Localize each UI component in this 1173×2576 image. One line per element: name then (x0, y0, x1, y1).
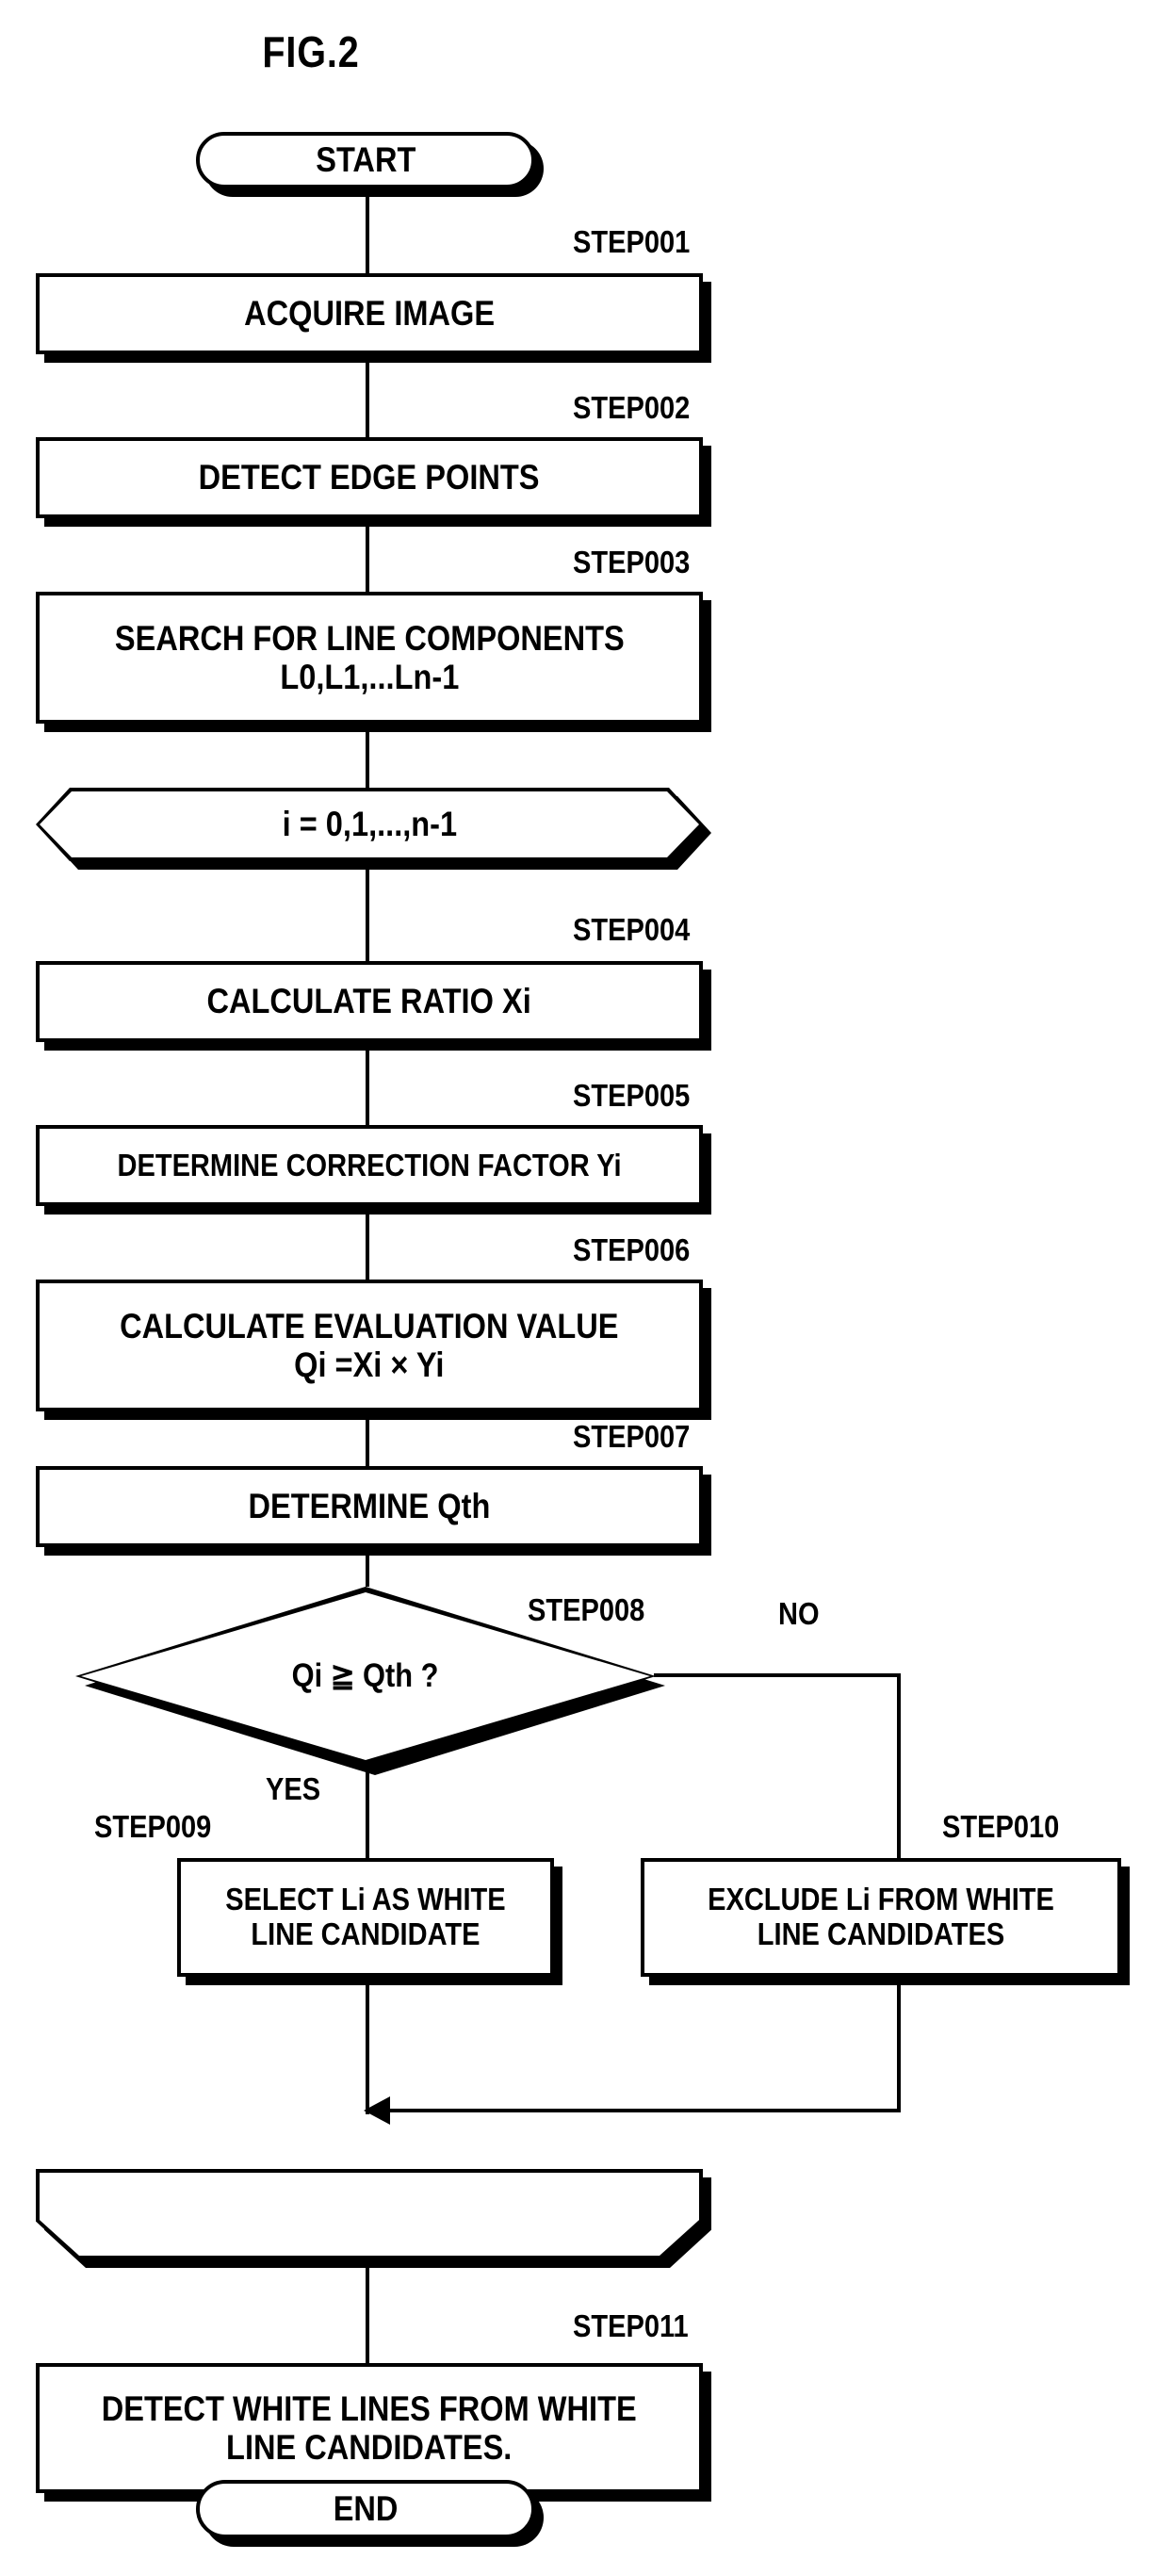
node-face: ACQUIRE IMAGE (36, 273, 703, 354)
node-label: SELECT Li AS WHITE LINE CANDIDATE (225, 1882, 506, 1951)
node-label: CALCULATE EVALUATION VALUE Qi =Xi × Yi (120, 1306, 619, 1384)
node-label: EXCLUDE Li FROM WHITE LINE CANDIDATES (708, 1882, 1054, 1951)
node-label: DETECT EDGE POINTS (199, 458, 540, 497)
connector-step009-down (366, 1977, 369, 2114)
connector-step003-to-loop-start (366, 724, 369, 788)
node-step003: SEARCH FOR LINE COMPONENTS L0,L1,...Ln-1 (36, 592, 711, 732)
figure-title: FIG.2 (262, 27, 360, 76)
connector-loop-start-to-step004 (366, 861, 369, 961)
node-inner: i = 0,1,...,n-1 (40, 791, 699, 857)
node-label: Qi ≧ Qth ? (292, 1657, 439, 1695)
connector-loop-end-to-step011 (366, 2259, 369, 2363)
node-label: DETECT WHITE LINES FROM WHITE LINE CANDI… (102, 2389, 637, 2467)
branch-label-yes: YES (266, 1771, 321, 1806)
connector-step007-to-step008 (366, 1547, 369, 1587)
node-step009: SELECT Li AS WHITE LINE CANDIDATE (177, 1858, 562, 1985)
node-step006: CALCULATE EVALUATION VALUE Qi =Xi × Yi (36, 1280, 711, 1420)
node-face: START (196, 132, 535, 188)
node-face: DETERMINE Qth (36, 1466, 703, 1547)
node-label: END (333, 2489, 399, 2529)
step-tag-step010: STEP010 (942, 1809, 1060, 1844)
connector-merge-arrowhead (364, 2096, 390, 2125)
node-step004: CALCULATE RATIO Xi (36, 961, 711, 1051)
node-face: EXCLUDE Li FROM WHITE LINE CANDIDATES (641, 1858, 1121, 1977)
node-face: DETECT EDGE POINTS (36, 437, 703, 518)
step-tag-step005: STEP005 (573, 1078, 691, 1113)
node-face: CALCULATE EVALUATION VALUE Qi =Xi × Yi (36, 1280, 703, 1411)
node-step011: DETECT WHITE LINES FROM WHITE LINE CANDI… (36, 2363, 711, 2502)
node-face: SEARCH FOR LINE COMPONENTS L0,L1,...Ln-1 (36, 592, 703, 724)
figure-canvas: FIG.2 START STEP001 ACQUIRE IMAGE STEP00… (0, 0, 1173, 2576)
node-step007: DETERMINE Qth (36, 1466, 711, 1556)
node-face: DETERMINE CORRECTION FACTOR Yi (36, 1125, 703, 1206)
step-tag-step001: STEP001 (573, 224, 691, 259)
connector-step004-to-step005 (366, 1042, 369, 1127)
node-label: START (315, 140, 416, 180)
connector-step001-to-step002 (366, 354, 369, 439)
node-face: END (196, 2480, 535, 2538)
step-tag-step009: STEP009 (94, 1809, 212, 1844)
step-tag-step004: STEP004 (573, 912, 691, 947)
node-label: i = 0,1,...,n-1 (282, 805, 457, 844)
step-tag-step007: STEP007 (573, 1419, 691, 1454)
node-face: DETECT WHITE LINES FROM WHITE LINE CANDI… (36, 2363, 703, 2493)
node-start: START (196, 132, 544, 197)
step-tag-step002: STEP002 (573, 390, 691, 425)
node-label: CALCULATE RATIO Xi (206, 982, 532, 1021)
connector-step006-to-step007 (366, 1411, 369, 1466)
connector-no-branch-vertical (897, 1673, 901, 1858)
node-label: DETERMINE Qth (248, 1487, 491, 1526)
step-tag-step003: STEP003 (573, 545, 691, 579)
connector-merge-horizontal (388, 2109, 901, 2112)
node-loop-end (36, 2169, 703, 2259)
connector-yes-branch-vertical (366, 1766, 369, 1858)
connector-start-to-step001 (366, 188, 369, 275)
node-label: SEARCH FOR LINE COMPONENTS L0,L1,...Ln-1 (114, 618, 625, 696)
connector-no-branch-horizontal (654, 1673, 901, 1677)
branch-label-no: NO (778, 1596, 820, 1631)
step-tag-step008: STEP008 (528, 1592, 645, 1627)
node-label: DETERMINE CORRECTION FACTOR Yi (117, 1147, 622, 1182)
node-label: ACQUIRE IMAGE (244, 294, 495, 334)
node-step002: DETECT EDGE POINTS (36, 437, 711, 527)
node-step010: EXCLUDE Li FROM WHITE LINE CANDIDATES (641, 1858, 1130, 1985)
step-tag-step011: STEP011 (573, 2308, 689, 2343)
node-step005: DETERMINE CORRECTION FACTOR Yi (36, 1125, 711, 1215)
node-step001: ACQUIRE IMAGE (36, 273, 711, 363)
connector-step005-to-step006 (366, 1206, 369, 1280)
node-end: END (196, 2480, 544, 2547)
node-loop-start: i = 0,1,...,n-1 (36, 788, 703, 861)
node-face: SELECT Li AS WHITE LINE CANDIDATE (177, 1858, 554, 1977)
node-inner (40, 2173, 699, 2256)
node-face: CALCULATE RATIO Xi (36, 961, 703, 1042)
step-tag-step006: STEP006 (573, 1232, 691, 1267)
connector-step002-to-step003 (366, 518, 369, 594)
connector-step010-down (897, 1977, 901, 2111)
